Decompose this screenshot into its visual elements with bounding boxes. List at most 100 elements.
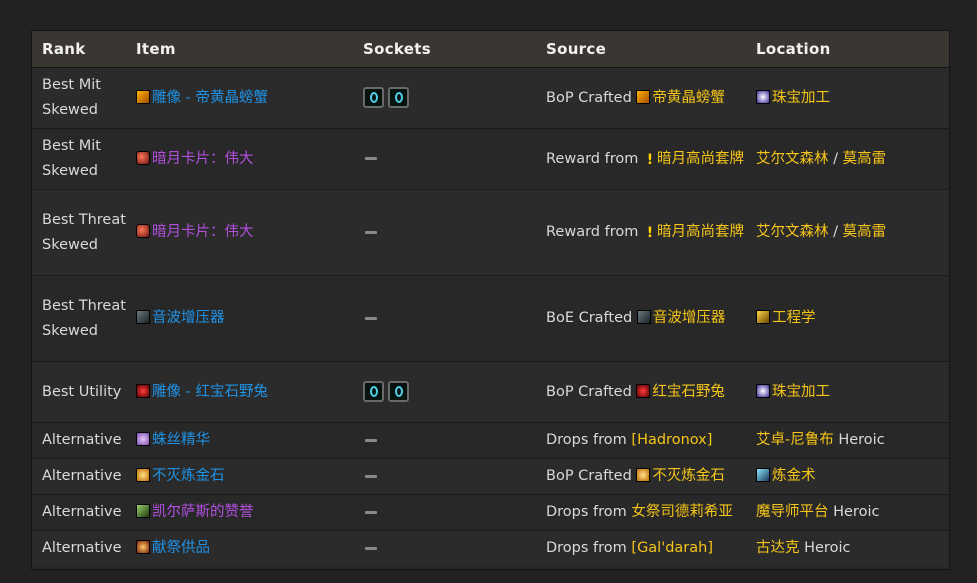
item-link[interactable]: 献祭供品 bbox=[152, 540, 210, 556]
location-link[interactable]: 珠宝加工 bbox=[772, 384, 830, 400]
source-cell: Reward from ! 暗月高尚套牌 bbox=[536, 189, 746, 276]
source-link[interactable]: 音波增压器 bbox=[653, 310, 726, 326]
location-cell: 古达克 Heroic bbox=[746, 530, 949, 566]
rank-label: Alternative bbox=[42, 432, 122, 448]
location-separator: / bbox=[828, 150, 843, 167]
darkmoon-card-icon bbox=[136, 224, 150, 238]
socket-icon bbox=[363, 381, 384, 402]
source-link[interactable]: 帝黄晶螃蟹 bbox=[652, 90, 725, 106]
sockets-cell bbox=[353, 128, 536, 190]
source-link[interactable]: 不灭炼金石 bbox=[652, 468, 725, 484]
rank-cell: Best Mit Skewed bbox=[32, 128, 126, 190]
source-cell: Reward from ! 暗月高尚套牌 bbox=[536, 128, 746, 190]
location-link[interactable]: 魔导师平台 bbox=[756, 504, 829, 520]
item-link[interactable]: 雕像 - 红宝石野兔 bbox=[152, 384, 268, 400]
source-prefix: Reward from bbox=[546, 224, 639, 240]
location-link[interactable]: 珠宝加工 bbox=[772, 90, 830, 106]
location-link[interactable]: 艾尔文森林 bbox=[756, 224, 829, 240]
item-link[interactable]: 雕像 - 帝黄晶螃蟹 bbox=[152, 90, 268, 106]
header-location: Location bbox=[746, 31, 949, 68]
location-cell: 工程学 bbox=[746, 275, 949, 362]
jewelcrafting-icon bbox=[756, 383, 770, 398]
location-link-2[interactable]: 莫高雷 bbox=[843, 151, 887, 167]
quest-icon: ! bbox=[646, 225, 654, 241]
item-cell: 暗月卡片：伟大 bbox=[126, 189, 353, 276]
table-row: Best Mit Skewed 雕像 - 帝黄晶螃蟹 BoP Crafted 帝黄晶… bbox=[32, 67, 949, 129]
item-cell: 蛛丝精华 bbox=[126, 422, 353, 459]
source-prefix: Drops from bbox=[546, 540, 627, 556]
rank-label: Alternative bbox=[42, 504, 122, 520]
rank-cell: Best Mit Skewed bbox=[32, 67, 126, 129]
sockets-cell bbox=[353, 494, 536, 531]
spider-silk-icon bbox=[136, 432, 150, 446]
alchemist-stone-icon bbox=[136, 468, 150, 482]
location-link[interactable]: 古达克 bbox=[756, 540, 800, 556]
item-link[interactable]: 暗月卡片：伟大 bbox=[152, 151, 254, 167]
source-link[interactable]: 暗月高尚套牌 bbox=[657, 151, 744, 167]
source-link[interactable]: [Hadronox] bbox=[631, 432, 712, 448]
location-difficulty: Heroic bbox=[799, 540, 851, 556]
sockets-cell bbox=[353, 361, 536, 423]
no-socket-dash bbox=[365, 510, 377, 514]
table-row: Alternative 凯尔萨斯的赞誉 Drops from 女祭司德莉希亚 魔导师平… bbox=[32, 494, 949, 531]
sockets-cell bbox=[353, 189, 536, 276]
statue-hare-icon bbox=[636, 383, 651, 398]
source-prefix: BoP Crafted bbox=[546, 89, 632, 106]
item-link[interactable]: 音波增压器 bbox=[152, 310, 225, 326]
item-link[interactable]: 凯尔萨斯的赞誉 bbox=[152, 504, 254, 520]
sockets-cell bbox=[353, 275, 536, 362]
location-cell: 珠宝加工 bbox=[746, 67, 949, 129]
location-cell: 珠宝加工 bbox=[746, 361, 949, 423]
gear-table-panel: Rank Item Sockets Source Location Best M… bbox=[31, 30, 950, 570]
source-link[interactable]: 暗月高尚套牌 bbox=[657, 224, 744, 240]
rank-cell: Alternative bbox=[32, 458, 126, 495]
location-link-2[interactable]: 莫高雷 bbox=[843, 224, 887, 240]
table-row: Alternative 蛛丝精华 Drops from [Hadronox] 艾卓-尼… bbox=[32, 422, 949, 459]
sockets-cell bbox=[353, 67, 536, 129]
item-link[interactable]: 不灭炼金石 bbox=[152, 468, 225, 484]
socket-icon bbox=[388, 381, 409, 402]
source-cell: BoP Crafted 红宝石野兔 bbox=[536, 361, 746, 423]
no-socket-dash bbox=[365, 316, 377, 320]
sockets-cell bbox=[353, 530, 536, 566]
sonic-booster-icon bbox=[136, 310, 150, 324]
sockets-cell bbox=[353, 458, 536, 495]
location-link[interactable]: 工程学 bbox=[772, 310, 816, 326]
source-link[interactable]: 女祭司德莉希亚 bbox=[631, 504, 733, 520]
source-link[interactable]: 红宝石野兔 bbox=[652, 384, 725, 400]
item-link[interactable]: 暗月卡片：伟大 bbox=[152, 224, 254, 240]
table-row: Alternative 不灭炼金石 BoP Crafted 不灭炼金石 炼金术 bbox=[32, 458, 949, 495]
rank-label: Best Threat Skewed bbox=[42, 297, 126, 339]
source-prefix: Reward from bbox=[546, 150, 639, 167]
item-cell: 雕像 - 红宝石野兔 bbox=[126, 361, 353, 423]
statue-crab-icon bbox=[136, 89, 150, 104]
location-cell: 艾尔文森林 / 莫高雷 bbox=[746, 128, 949, 190]
location-link[interactable]: 艾尔文森林 bbox=[756, 151, 829, 167]
rank-label: Best Threat Skewed bbox=[42, 211, 126, 253]
source-link[interactable]: [Gal'darah] bbox=[631, 540, 713, 556]
item-link[interactable]: 蛛丝精华 bbox=[152, 432, 210, 448]
location-link[interactable]: 艾卓-尼鲁布 bbox=[756, 432, 834, 448]
table-row: Best Mit Skewed 暗月卡片：伟大 Reward from ! 暗月高尚套… bbox=[32, 128, 949, 190]
source-prefix: Drops from bbox=[546, 504, 627, 520]
rank-cell: Best Threat Skewed bbox=[32, 189, 126, 276]
socket-icon bbox=[363, 87, 384, 108]
source-cell: Drops from [Gal'darah] bbox=[536, 530, 746, 566]
alchemist-stone-icon bbox=[636, 468, 651, 482]
rank-cell: Best Utility bbox=[32, 361, 126, 423]
source-cell: BoP Crafted 帝黄晶螃蟹 bbox=[536, 67, 746, 129]
no-socket-dash bbox=[365, 546, 377, 550]
item-cell: 雕像 - 帝黄晶螃蟹 bbox=[126, 67, 353, 129]
source-cell: BoP Crafted 不灭炼金石 bbox=[536, 458, 746, 495]
table-row: Best Threat Skewed 音波增压器 BoE Crafted 音波增压器… bbox=[32, 275, 949, 362]
location-cell: 魔导师平台 Heroic bbox=[746, 494, 949, 531]
no-socket-dash bbox=[365, 474, 377, 478]
source-prefix: BoE Crafted bbox=[546, 310, 633, 326]
location-cell: 艾尔文森林 / 莫高雷 bbox=[746, 189, 949, 276]
header-item: Item bbox=[126, 31, 353, 68]
location-link[interactable]: 炼金术 bbox=[772, 468, 816, 484]
location-difficulty: Heroic bbox=[828, 504, 880, 520]
socket-icon bbox=[388, 87, 409, 108]
item-cell: 凯尔萨斯的赞誉 bbox=[126, 494, 353, 531]
quest-icon: ! bbox=[646, 151, 654, 168]
